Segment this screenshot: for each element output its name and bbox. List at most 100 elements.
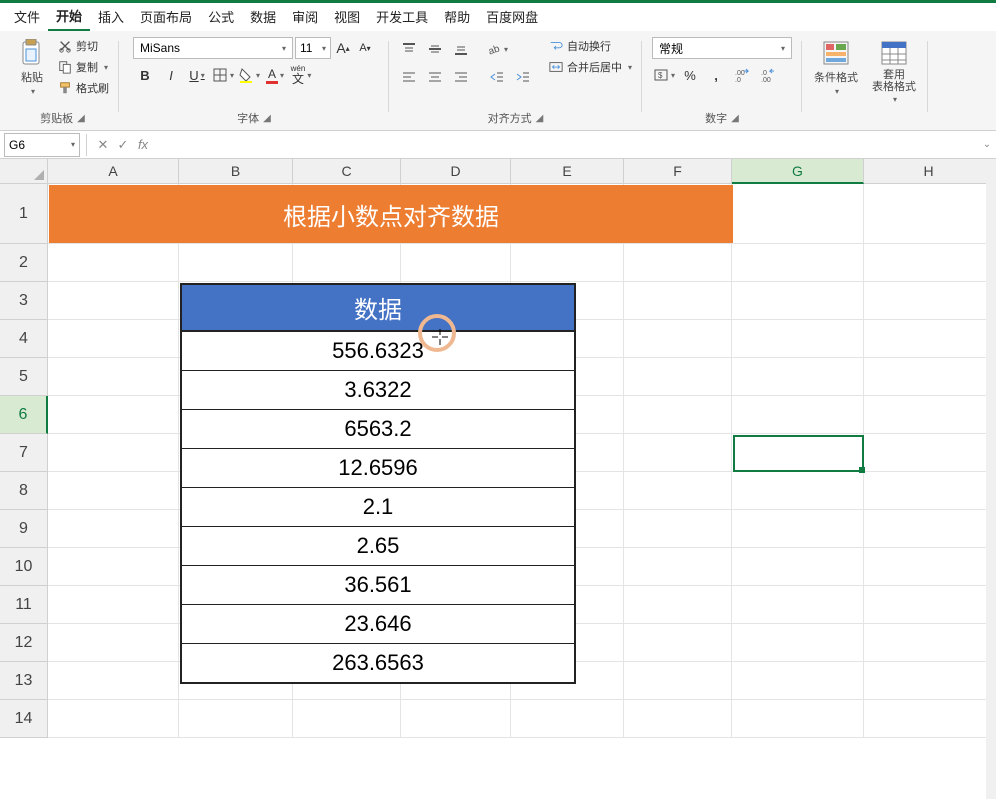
data-row[interactable]: 23.646 xyxy=(182,605,574,644)
cell[interactable] xyxy=(293,244,401,282)
row-header-8[interactable]: 8 xyxy=(0,472,48,510)
row-header-11[interactable]: 11 xyxy=(0,586,48,624)
cell[interactable] xyxy=(864,396,994,434)
cancel-formula-button[interactable]: ✕ xyxy=(93,135,113,155)
cell[interactable] xyxy=(48,396,179,434)
align-left-button[interactable] xyxy=(397,65,421,89)
col-header-E[interactable]: E xyxy=(511,159,624,184)
col-header-C[interactable]: C xyxy=(293,159,401,184)
cell[interactable] xyxy=(624,662,732,700)
increase-font-button[interactable]: A▴ xyxy=(333,38,353,58)
col-header-G[interactable]: G xyxy=(732,159,864,184)
font-dialog-launcher[interactable]: ◢ xyxy=(263,113,271,124)
cell[interactable] xyxy=(864,472,994,510)
cell[interactable] xyxy=(48,662,179,700)
cut-button[interactable]: 剪切 xyxy=(56,37,111,55)
data-row[interactable]: 3.6322 xyxy=(182,371,574,410)
select-all-corner[interactable] xyxy=(0,159,48,184)
cell[interactable] xyxy=(732,472,864,510)
fill-color-button[interactable]: ▾ xyxy=(237,63,261,87)
decrease-indent-button[interactable] xyxy=(485,65,509,89)
percent-button[interactable]: % xyxy=(678,63,702,87)
phonetic-button[interactable]: wén文▾ xyxy=(289,63,313,87)
copy-button[interactable]: 复制▾ xyxy=(56,58,111,76)
cell[interactable] xyxy=(732,586,864,624)
data-row[interactable]: 36.561 xyxy=(182,566,574,605)
font-size-combo[interactable]: 11▾ xyxy=(295,37,331,59)
paste-button[interactable]: 粘贴 ▾ xyxy=(14,37,50,98)
cell[interactable] xyxy=(401,700,511,738)
comma-button[interactable]: , xyxy=(704,63,728,87)
cell[interactable] xyxy=(511,244,624,282)
col-header-H[interactable]: H xyxy=(864,159,994,184)
conditional-formatting-button[interactable]: 条件格式▾ xyxy=(810,37,862,98)
cell[interactable] xyxy=(864,282,994,320)
number-dialog-launcher[interactable]: ◢ xyxy=(731,113,739,124)
cell[interactable] xyxy=(732,184,864,244)
merge-center-button[interactable]: 合并后居中▾ xyxy=(547,58,634,76)
cell[interactable] xyxy=(732,510,864,548)
data-row[interactable]: 2.65 xyxy=(182,527,574,566)
cell[interactable] xyxy=(732,434,864,472)
cell[interactable] xyxy=(624,282,732,320)
col-header-A[interactable]: A xyxy=(48,159,179,184)
number-format-combo[interactable]: 常规▾ xyxy=(652,37,792,59)
cell[interactable] xyxy=(732,548,864,586)
underline-button[interactable]: U▾ xyxy=(185,63,209,87)
accounting-format-button[interactable]: $▾ xyxy=(652,63,676,87)
wrap-text-button[interactable]: 自动换行 xyxy=(547,37,634,55)
decrease-font-button[interactable]: A▾ xyxy=(355,38,375,58)
cell[interactable] xyxy=(48,358,179,396)
cell[interactable] xyxy=(864,244,994,282)
cell[interactable] xyxy=(624,434,732,472)
cell[interactable] xyxy=(401,244,511,282)
cell[interactable] xyxy=(624,320,732,358)
cell[interactable] xyxy=(732,320,864,358)
row-header-5[interactable]: 5 xyxy=(0,358,48,396)
cell[interactable] xyxy=(624,510,732,548)
row-header-6[interactable]: 6 xyxy=(0,396,48,434)
expand-formula-bar-button[interactable]: ⌄ xyxy=(980,138,994,152)
cell[interactable] xyxy=(732,396,864,434)
cell[interactable] xyxy=(624,244,732,282)
cell[interactable] xyxy=(864,320,994,358)
col-header-B[interactable]: B xyxy=(179,159,293,184)
formula-input[interactable] xyxy=(153,134,996,156)
fx-button[interactable]: fx xyxy=(133,135,153,155)
cell[interactable] xyxy=(732,662,864,700)
cell[interactable] xyxy=(624,472,732,510)
increase-decimal-button[interactable]: .00.0 xyxy=(730,63,754,87)
menu-review[interactable]: 审阅 xyxy=(284,3,326,30)
data-row[interactable]: 263.6563 xyxy=(182,644,574,682)
orientation-button[interactable]: ab▾ xyxy=(485,37,509,61)
cell[interactable] xyxy=(864,510,994,548)
format-as-table-button[interactable]: 套用 表格格式▾ xyxy=(868,37,920,106)
data-row[interactable]: 12.6596 xyxy=(182,449,574,488)
vertical-scrollbar[interactable] xyxy=(986,159,996,799)
cell[interactable] xyxy=(511,700,624,738)
row-header-2[interactable]: 2 xyxy=(0,244,48,282)
cell[interactable] xyxy=(293,700,401,738)
menu-page-layout[interactable]: 页面布局 xyxy=(132,3,200,30)
increase-indent-button[interactable] xyxy=(511,65,535,89)
cell[interactable] xyxy=(48,434,179,472)
cell[interactable] xyxy=(732,358,864,396)
menu-help[interactable]: 帮助 xyxy=(436,3,478,30)
cell[interactable] xyxy=(864,358,994,396)
border-button[interactable]: ▾ xyxy=(211,63,235,87)
row-header-1[interactable]: 1 xyxy=(0,184,48,244)
cell[interactable] xyxy=(624,358,732,396)
cell[interactable] xyxy=(48,510,179,548)
menu-file[interactable]: 文件 xyxy=(6,3,48,30)
menu-developer[interactable]: 开发工具 xyxy=(368,3,436,30)
row-header-9[interactable]: 9 xyxy=(0,510,48,548)
cell[interactable] xyxy=(864,624,994,662)
menu-formulas[interactable]: 公式 xyxy=(200,3,242,30)
cell[interactable] xyxy=(624,624,732,662)
enter-formula-button[interactable]: ✓ xyxy=(113,135,133,155)
row-header-4[interactable]: 4 xyxy=(0,320,48,358)
cell[interactable] xyxy=(48,320,179,358)
cell[interactable] xyxy=(179,700,293,738)
col-header-F[interactable]: F xyxy=(624,159,732,184)
cell[interactable] xyxy=(732,282,864,320)
